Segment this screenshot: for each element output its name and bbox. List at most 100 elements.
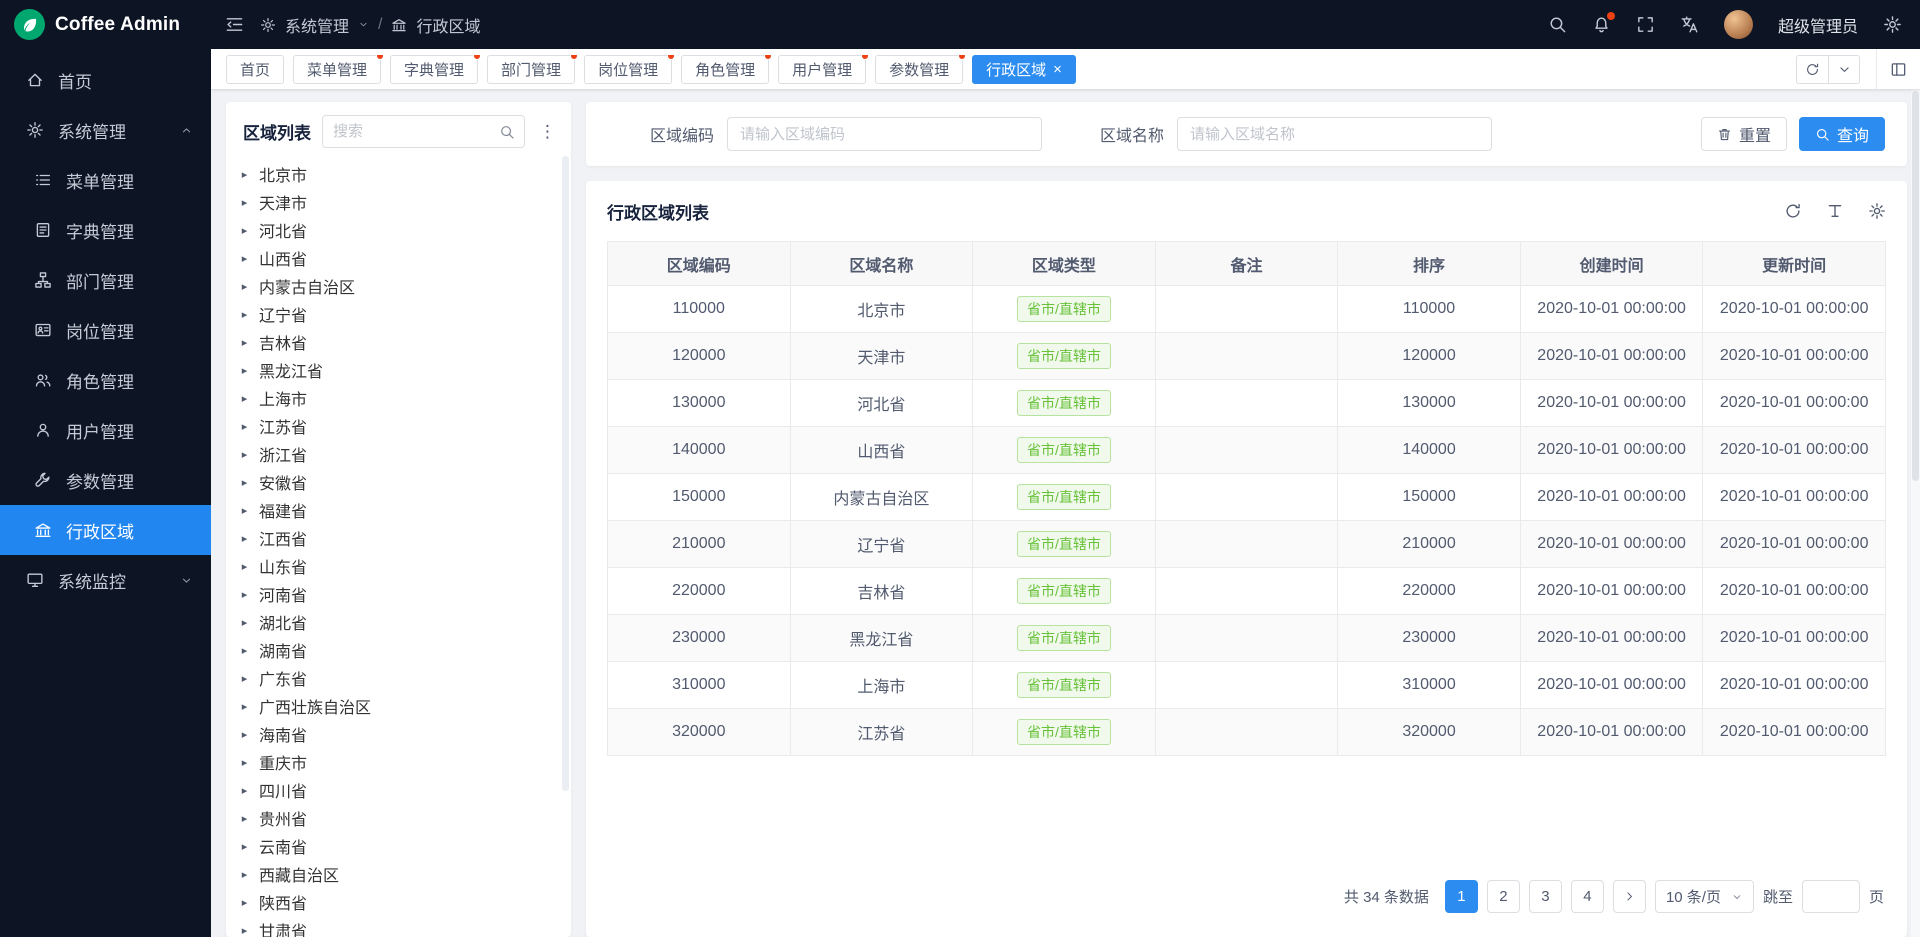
tree-node[interactable]: ▸四川省 bbox=[239, 776, 561, 804]
tree-node[interactable]: ▸湖北省 bbox=[239, 608, 561, 636]
tree-node[interactable]: ▸贵州省 bbox=[239, 804, 561, 832]
region-code-input[interactable] bbox=[727, 117, 1042, 151]
caret-right-icon[interactable]: ▸ bbox=[239, 280, 250, 293]
translate-icon[interactable] bbox=[1680, 15, 1699, 34]
caret-right-icon[interactable]: ▸ bbox=[239, 588, 250, 601]
next-page-button[interactable] bbox=[1613, 880, 1646, 913]
caret-right-icon[interactable]: ▸ bbox=[239, 308, 250, 321]
tree-node[interactable]: ▸陕西省 bbox=[239, 888, 561, 916]
caret-right-icon[interactable]: ▸ bbox=[239, 448, 250, 461]
table-row[interactable]: 140000山西省省市/直辖市1400002020-10-01 00:00:00… bbox=[608, 427, 1886, 474]
tab-6[interactable]: 用户管理 bbox=[778, 55, 866, 84]
caret-right-icon[interactable]: ▸ bbox=[239, 784, 250, 797]
tree-node[interactable]: ▸海南省 bbox=[239, 720, 561, 748]
sidebar-item-dict-mgmt[interactable]: 字典管理 bbox=[0, 205, 211, 255]
tree-node[interactable]: ▸福建省 bbox=[239, 496, 561, 524]
username[interactable]: 超级管理员 bbox=[1778, 13, 1858, 37]
search-button[interactable]: 查询 bbox=[1799, 117, 1885, 151]
tree-node[interactable]: ▸北京市 bbox=[239, 160, 561, 188]
tree-node[interactable]: ▸广西壮族自治区 bbox=[239, 692, 561, 720]
tree-node[interactable]: ▸河北省 bbox=[239, 216, 561, 244]
sidebar-item-admin-region[interactable]: 行政区域 bbox=[0, 505, 211, 555]
sidebar-collapse-icon[interactable] bbox=[225, 15, 244, 34]
fullscreen-icon[interactable] bbox=[1636, 15, 1655, 34]
refresh-icon[interactable] bbox=[1784, 202, 1802, 220]
sidebar-item-user-mgmt[interactable]: 用户管理 bbox=[0, 405, 211, 455]
tree-node[interactable]: ▸甘肃省 bbox=[239, 916, 561, 937]
sidebar-item-home[interactable]: 首页 bbox=[0, 55, 211, 105]
layout-toggle-icon[interactable] bbox=[1876, 49, 1920, 89]
sidebar-item-system-monitor[interactable]: 系统监控 bbox=[0, 555, 211, 605]
caret-right-icon[interactable]: ▸ bbox=[239, 532, 250, 545]
table-row[interactable]: 220000吉林省省市/直辖市2200002020-10-01 00:00:00… bbox=[608, 568, 1886, 615]
caret-right-icon[interactable]: ▸ bbox=[239, 560, 250, 573]
sidebar-item-param-mgmt[interactable]: 参数管理 bbox=[0, 455, 211, 505]
page-size-select[interactable]: 10 条/页 bbox=[1655, 880, 1754, 913]
density-icon[interactable] bbox=[1826, 202, 1844, 220]
caret-right-icon[interactable]: ▸ bbox=[239, 672, 250, 685]
caret-right-icon[interactable]: ▸ bbox=[239, 336, 250, 349]
column-settings-gear-icon[interactable] bbox=[1868, 202, 1886, 220]
sidebar-item-menu-mgmt[interactable]: 菜单管理 bbox=[0, 155, 211, 205]
tab-8[interactable]: 行政区域× bbox=[972, 55, 1076, 84]
caret-right-icon[interactable]: ▸ bbox=[239, 840, 250, 853]
tree-node[interactable]: ▸山东省 bbox=[239, 552, 561, 580]
breadcrumb-level1[interactable]: 系统管理 bbox=[285, 13, 349, 37]
table-row[interactable]: 110000北京市省市/直辖市1100002020-10-01 00:00:00… bbox=[608, 286, 1886, 333]
reset-button[interactable]: 重置 bbox=[1701, 117, 1787, 151]
tree-node[interactable]: ▸辽宁省 bbox=[239, 300, 561, 328]
page-button-2[interactable]: 2 bbox=[1487, 880, 1520, 913]
jump-page-input[interactable] bbox=[1802, 880, 1860, 913]
tree-node[interactable]: ▸江西省 bbox=[239, 524, 561, 552]
table-row[interactable]: 120000天津市省市/直辖市1200002020-10-01 00:00:00… bbox=[608, 333, 1886, 380]
tree-node[interactable]: ▸云南省 bbox=[239, 832, 561, 860]
more-menu-icon[interactable]: ⋮ bbox=[536, 122, 559, 142]
tree-scrollbar[interactable] bbox=[562, 156, 569, 791]
page-button-3[interactable]: 3 bbox=[1529, 880, 1562, 913]
sidebar-item-post-mgmt[interactable]: 岗位管理 bbox=[0, 305, 211, 355]
search-icon[interactable] bbox=[1548, 15, 1567, 34]
tab-2[interactable]: 字典管理 bbox=[390, 55, 478, 84]
tree-node[interactable]: ▸浙江省 bbox=[239, 440, 561, 468]
tree-node[interactable]: ▸上海市 bbox=[239, 384, 561, 412]
page-scrollbar-thumb[interactable] bbox=[1912, 91, 1919, 481]
tree-node[interactable]: ▸山西省 bbox=[239, 244, 561, 272]
tree-node[interactable]: ▸天津市 bbox=[239, 188, 561, 216]
caret-right-icon[interactable]: ▸ bbox=[239, 420, 250, 433]
caret-right-icon[interactable]: ▸ bbox=[239, 168, 250, 181]
tree-node[interactable]: ▸西藏自治区 bbox=[239, 860, 561, 888]
page-button-1[interactable]: 1 bbox=[1445, 880, 1478, 913]
tab-7[interactable]: 参数管理 bbox=[875, 55, 963, 84]
tab-4[interactable]: 岗位管理 bbox=[584, 55, 672, 84]
bell-icon[interactable] bbox=[1592, 15, 1611, 34]
caret-right-icon[interactable]: ▸ bbox=[239, 896, 250, 909]
caret-right-icon[interactable]: ▸ bbox=[239, 392, 250, 405]
tabs-menu-chevron-icon[interactable] bbox=[1828, 56, 1859, 83]
table-row[interactable]: 320000江苏省省市/直辖市3200002020-10-01 00:00:00… bbox=[608, 709, 1886, 756]
caret-right-icon[interactable]: ▸ bbox=[239, 700, 250, 713]
tabs-refresh-icon[interactable] bbox=[1797, 56, 1828, 83]
tree-node[interactable]: ▸内蒙古自治区 bbox=[239, 272, 561, 300]
caret-right-icon[interactable]: ▸ bbox=[239, 812, 250, 825]
tree-node[interactable]: ▸安徽省 bbox=[239, 468, 561, 496]
search-icon[interactable] bbox=[499, 124, 515, 140]
region-name-input[interactable] bbox=[1177, 117, 1492, 151]
caret-right-icon[interactable]: ▸ bbox=[239, 644, 250, 657]
caret-right-icon[interactable]: ▸ bbox=[239, 196, 250, 209]
tab-1[interactable]: 菜单管理 bbox=[293, 55, 381, 84]
avatar[interactable] bbox=[1724, 10, 1753, 39]
chevron-down-icon[interactable] bbox=[358, 19, 369, 30]
caret-right-icon[interactable]: ▸ bbox=[239, 476, 250, 489]
app-logo[interactable]: Coffee Admin bbox=[0, 0, 211, 49]
tree-node[interactable]: ▸黑龙江省 bbox=[239, 356, 561, 384]
tree-node[interactable]: ▸广东省 bbox=[239, 664, 561, 692]
tree-node[interactable]: ▸河南省 bbox=[239, 580, 561, 608]
caret-right-icon[interactable]: ▸ bbox=[239, 364, 250, 377]
page-button-4[interactable]: 4 bbox=[1571, 880, 1604, 913]
sidebar-item-system-mgmt[interactable]: 系统管理 bbox=[0, 105, 211, 155]
sidebar-item-role-mgmt[interactable]: 角色管理 bbox=[0, 355, 211, 405]
tab-3[interactable]: 部门管理 bbox=[487, 55, 575, 84]
caret-right-icon[interactable]: ▸ bbox=[239, 252, 250, 265]
caret-right-icon[interactable]: ▸ bbox=[239, 756, 250, 769]
tab-close-icon[interactable]: × bbox=[1053, 62, 1062, 77]
